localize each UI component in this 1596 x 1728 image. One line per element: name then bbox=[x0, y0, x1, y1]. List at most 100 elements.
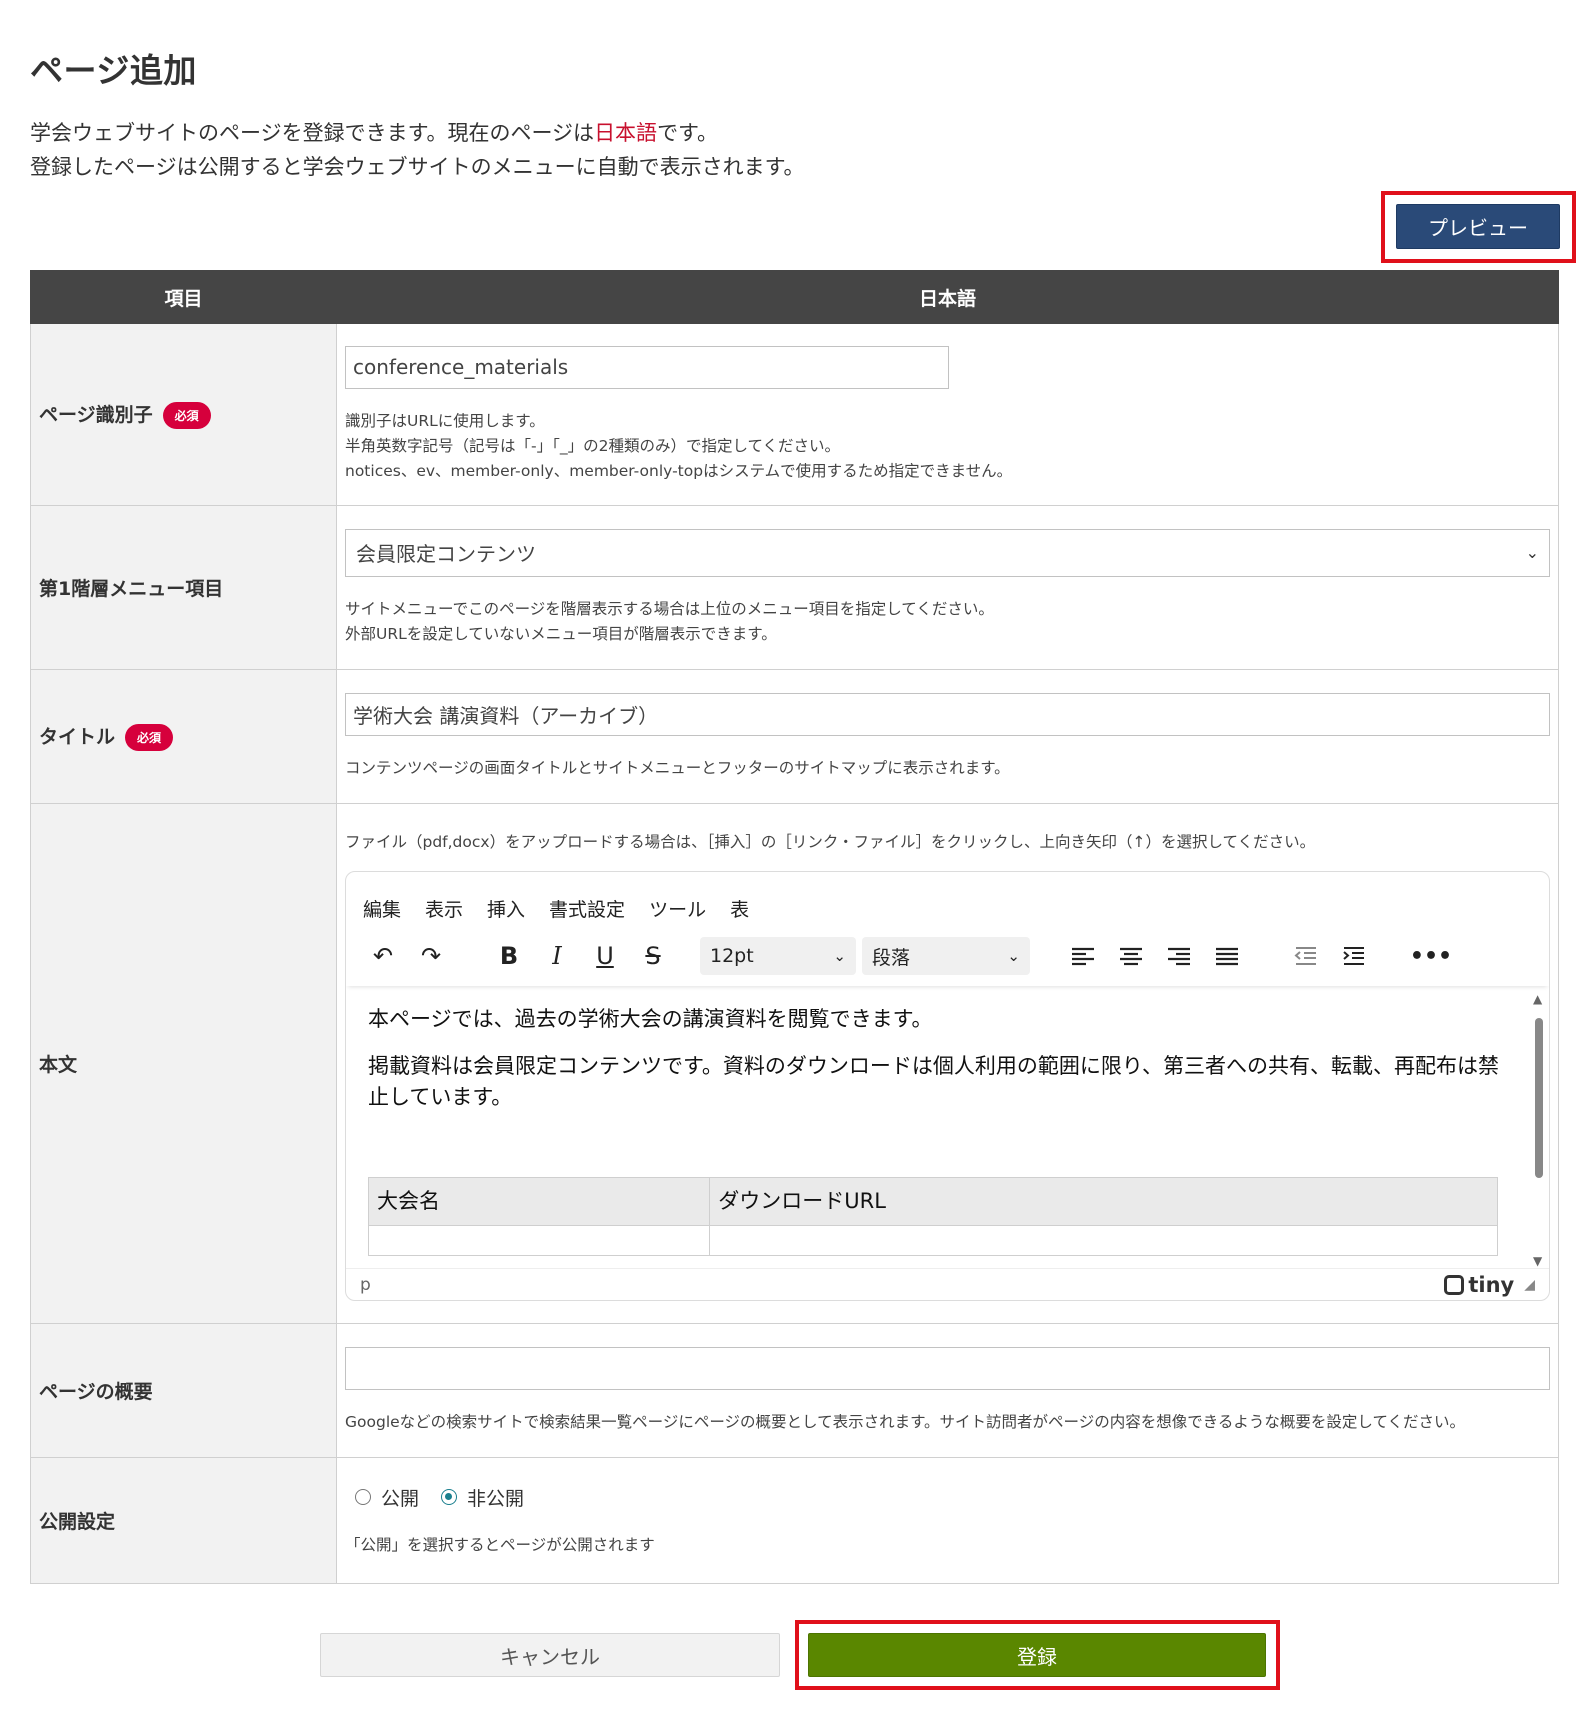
body-label: 本文 bbox=[39, 1054, 78, 1076]
menu-label: 第1階層メニュー項目 bbox=[39, 578, 224, 600]
tiny-mark-icon bbox=[1444, 1274, 1465, 1295]
more-options-icon[interactable]: ••• bbox=[1410, 941, 1452, 971]
editor-menubar: 編集 表示 挿入 書式設定 ツール 表 bbox=[346, 872, 1549, 926]
publish-label: 公開設定 bbox=[39, 1511, 116, 1533]
scroll-down-icon[interactable]: ▼ bbox=[1533, 1254, 1542, 1268]
menu-format[interactable]: 書式設定 bbox=[549, 895, 625, 926]
intro-line-1-suffix: です。 bbox=[657, 121, 718, 145]
resize-handle-icon[interactable]: ◢ bbox=[1524, 1277, 1535, 1293]
menu-tools[interactable]: ツール bbox=[649, 895, 706, 926]
title-field-cell: 学術大会 講演資料（アーカイブ） コンテンツページの画面タイトルとサイトメニュー… bbox=[336, 669, 1559, 804]
content-table-cell[interactable] bbox=[367, 1225, 711, 1256]
header-language: 日本語 bbox=[336, 270, 1559, 324]
intro-line-1: 学会ウェブサイトのページを登録できます。現在のページは日本語です。 bbox=[30, 116, 804, 150]
menu-edit[interactable]: 編集 bbox=[363, 895, 401, 926]
element-path[interactable]: p bbox=[360, 1275, 371, 1295]
content-paragraph: 掲載資料は会員限定コンテンツです。資料のダウンロードは個人利用の範囲に限り、第三… bbox=[368, 1054, 1500, 1109]
publish-field-cell: 公開 非公開 「公開」を選択するとページが公開されます bbox=[336, 1457, 1559, 1584]
page-intro: 学会ウェブサイトのページを登録できます。現在のページは日本語です。 登録したペー… bbox=[30, 116, 804, 184]
radio-private-indicator[interactable] bbox=[441, 1489, 458, 1505]
outdent-icon[interactable] bbox=[1290, 941, 1320, 971]
label-cell: タイトル 必須 bbox=[30, 669, 337, 804]
italic-icon[interactable]: I bbox=[542, 941, 572, 971]
strikethrough-icon[interactable]: S bbox=[638, 941, 668, 971]
required-badge: 必須 bbox=[162, 402, 211, 429]
menu-help-line: 外部URLを設定していないメニュー項目が階層表示できます。 bbox=[345, 624, 777, 643]
bold-icon[interactable]: B bbox=[494, 941, 524, 971]
menu-field-cell: 会員限定コンテンツ ⌄ サイトメニューでこのページを階層表示する場合は上位のメニ… bbox=[336, 505, 1559, 670]
radio-private[interactable]: 非公開 bbox=[441, 1484, 524, 1511]
row-publish: 公開設定 公開 非公開 「公開」を選択するとページが公開されます bbox=[30, 1457, 1559, 1584]
identifier-help: 識別子はURLに使用します。 半角英数字記号（記号は「-」「_」の2種類のみ）で… bbox=[345, 409, 1550, 484]
radio-public-label: 公開 bbox=[381, 1487, 420, 1510]
identifier-input[interactable]: conference_materials bbox=[345, 345, 949, 389]
align-right-icon[interactable] bbox=[1164, 941, 1194, 971]
content-table-cell[interactable]: ダウンロードURL bbox=[709, 1177, 1498, 1226]
submit-button[interactable]: 登録 bbox=[808, 1633, 1266, 1677]
cancel-button[interactable]: キャンセル bbox=[320, 1633, 780, 1677]
align-center-icon[interactable] bbox=[1116, 941, 1146, 971]
row-body: 本文 ファイル（pdf,docx）をアップロードする場合は、［挿入］の［リンク・… bbox=[30, 803, 1559, 1324]
menu-help: サイトメニューでこのページを階層表示する場合は上位のメニュー項目を指定してくださ… bbox=[345, 597, 1550, 647]
align-left-icon[interactable] bbox=[1068, 941, 1098, 971]
body-field-cell: ファイル（pdf,docx）をアップロードする場合は、［挿入］の［リンク・ファイ… bbox=[336, 803, 1559, 1324]
editor-content[interactable]: 本ページでは、過去の学術大会の講演資料を閲覧できます。 掲載資料は会員限定コンテ… bbox=[346, 992, 1531, 1268]
radio-public[interactable]: 公開 bbox=[355, 1484, 419, 1511]
page-title: ページ追加 bbox=[30, 51, 197, 90]
undo-icon[interactable]: ↶ bbox=[368, 941, 398, 971]
row-summary: ページの概要 Googleなどの検索サイトで検索結果一覧ページにページの概要とし… bbox=[30, 1323, 1559, 1458]
title-input[interactable]: 学術大会 講演資料（アーカイブ） bbox=[345, 692, 1550, 736]
chevron-down-icon: ⌄ bbox=[1007, 947, 1020, 965]
content-paragraph: 本ページでは、過去の学術大会の講演資料を閲覧できます。 bbox=[368, 1007, 933, 1031]
intro-line-1-prefix: 学会ウェブサイトのページを登録できます。現在のページは bbox=[30, 121, 595, 145]
label-cell: 公開設定 bbox=[30, 1457, 337, 1584]
publish-help: 「公開」を選択するとページが公開されます bbox=[345, 1535, 655, 1554]
required-badge: 必須 bbox=[125, 724, 174, 751]
indent-icon[interactable] bbox=[1338, 941, 1368, 971]
redo-icon[interactable]: ↷ bbox=[416, 941, 446, 971]
header-item: 項目 bbox=[30, 270, 337, 324]
intro-line-2: 登録したページは公開すると学会ウェブサイトのメニューに自動で表示されます。 bbox=[30, 155, 805, 179]
body-help: ファイル（pdf,docx）をアップロードする場合は、［挿入］の［リンク・ファイ… bbox=[345, 833, 1316, 851]
identifier-help-line: 半角英数字記号（記号は「-」「_」の2種類のみ）で指定してください。 bbox=[345, 436, 841, 455]
font-size-value: 12pt bbox=[710, 945, 754, 967]
scrollbar-thumb[interactable] bbox=[1535, 1018, 1543, 1178]
radio-public-indicator[interactable] bbox=[355, 1489, 371, 1505]
underline-icon[interactable]: U bbox=[590, 941, 620, 971]
content-table-header-row: 大会名 ダウンロードURL bbox=[367, 1177, 1498, 1226]
align-justify-icon[interactable] bbox=[1212, 941, 1242, 971]
content-table-cell[interactable]: 大会名 bbox=[367, 1177, 711, 1226]
menu-insert[interactable]: 挿入 bbox=[487, 895, 525, 926]
menu-select-value: 会員限定コンテンツ bbox=[356, 542, 536, 566]
font-size-select[interactable]: 12pt ⌄ bbox=[700, 937, 856, 975]
scroll-up-icon[interactable]: ▲ bbox=[1533, 992, 1542, 1006]
title-label: タイトル bbox=[39, 726, 116, 748]
summary-label: ページの概要 bbox=[39, 1381, 153, 1403]
radio-private-label: 非公開 bbox=[467, 1487, 525, 1510]
editor-toolbar: ↶ ↷ B I U S 12pt ⌄ 段落 ⌄ ••• bbox=[346, 926, 1549, 986]
preview-button[interactable]: プレビュー bbox=[1396, 204, 1560, 249]
content-table-cell[interactable] bbox=[709, 1225, 1498, 1256]
page-form-table: 項目 日本語 ページ識別子 必須 conference_materials 識別子… bbox=[30, 270, 1559, 1584]
block-format-select[interactable]: 段落 ⌄ bbox=[862, 937, 1030, 975]
menu-help-line: サイトメニューでこのページを階層表示する場合は上位のメニュー項目を指定してくださ… bbox=[345, 599, 994, 618]
identifier-help-line: notices、ev、member-only、member-only-topはシ… bbox=[345, 461, 1013, 480]
tiny-logo[interactable]: tiny bbox=[1444, 1273, 1514, 1297]
identifier-label: ページ識別子 bbox=[39, 404, 153, 426]
summary-help: Googleなどの検索サイトで検索結果一覧ページにページの概要として表示されます… bbox=[345, 1412, 1465, 1431]
chevron-down-icon: ⌄ bbox=[833, 947, 846, 965]
row-menu: 第1階層メニュー項目 会員限定コンテンツ ⌄ サイトメニューでこのページを階層表… bbox=[30, 505, 1559, 670]
row-title: タイトル 必須 学術大会 講演資料（アーカイブ） コンテンツページの画面タイトルと… bbox=[30, 669, 1559, 804]
editor-scrollbar[interactable]: ▲ ▼ bbox=[1532, 992, 1546, 1268]
editor-statusbar: p tiny ◢ bbox=[346, 1268, 1549, 1300]
publish-radio-group: 公開 非公開 bbox=[345, 1484, 1550, 1511]
content-table: 大会名 ダウンロードURL bbox=[367, 1177, 1498, 1256]
summary-input[interactable] bbox=[345, 1346, 1550, 1390]
menu-view[interactable]: 表示 bbox=[425, 895, 463, 926]
row-identifier: ページ識別子 必須 conference_materials 識別子はURLに使用… bbox=[30, 323, 1559, 506]
chevron-down-icon: ⌄ bbox=[1525, 543, 1539, 562]
label-cell: 本文 bbox=[30, 803, 337, 1324]
block-format-value: 段落 bbox=[872, 946, 911, 969]
menu-select[interactable]: 会員限定コンテンツ ⌄ bbox=[345, 528, 1550, 577]
menu-table[interactable]: 表 bbox=[730, 895, 749, 926]
